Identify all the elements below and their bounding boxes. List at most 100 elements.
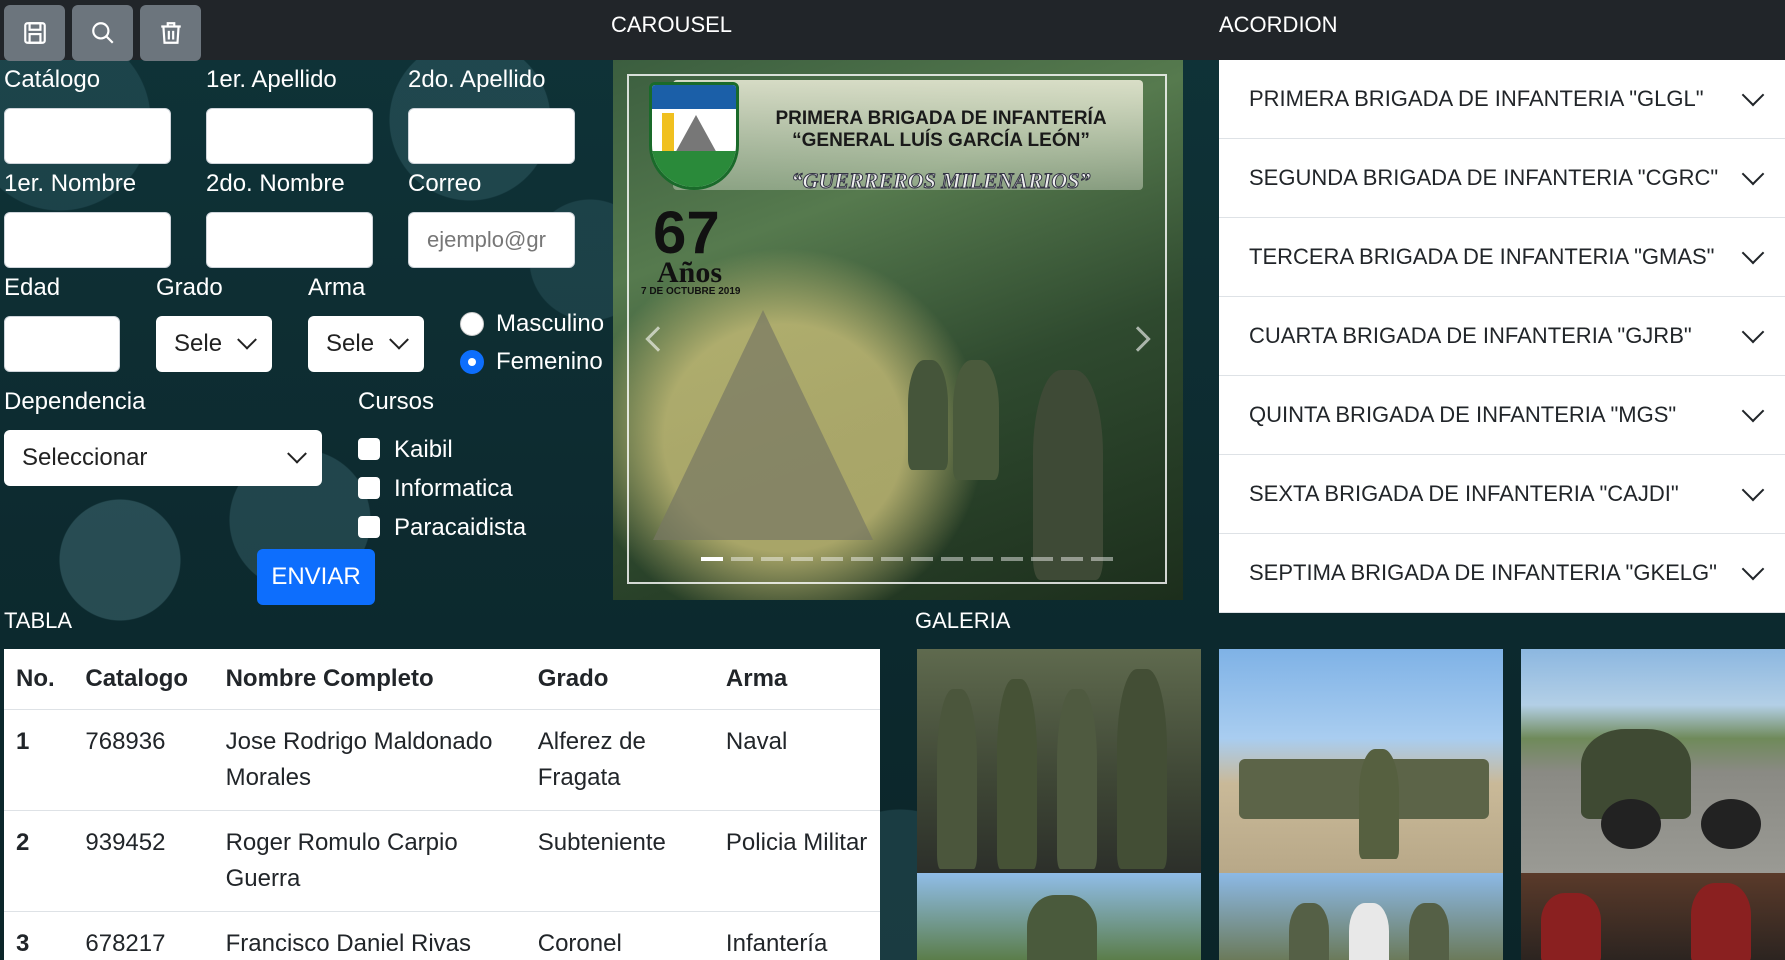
chevron-down-icon — [237, 329, 257, 350]
nombre1-input[interactable] — [4, 212, 171, 268]
table-row: 2 939452 Roger Romulo Carpio Guerra Subteni… — [4, 810, 880, 912]
table-cell: Infantería — [713, 911, 880, 960]
kaibil-label: Kaibil — [394, 436, 453, 463]
gallery-image[interactable] — [917, 649, 1201, 873]
chevron-down-icon — [389, 329, 409, 350]
accordion-item[interactable]: TERCERA BRIGADA DE INFANTERIA "GMAS" — [1219, 218, 1785, 297]
apellido1-label: 1er. Apellido — [206, 66, 337, 93]
table-cell: Alferez de Fragata — [525, 709, 714, 811]
gallery-image[interactable] — [1521, 649, 1785, 873]
accordion-item-label: SEGUNDA BRIGADA DE INFANTERIA "CGRC" — [1249, 165, 1719, 190]
gallery-image[interactable] — [917, 873, 1201, 960]
gallery-image[interactable] — [1219, 649, 1503, 873]
accordion: PRIMERA BRIGADA DE INFANTERIA "GLGL" SEGU… — [1219, 60, 1785, 613]
carousel-slide-image: PRIMERA BRIGADA DE INFANTERÍA “GENERAL L… — [613, 60, 1183, 600]
chevron-down-icon — [1741, 557, 1765, 581]
accordion-item[interactable]: SEPTIMA BRIGADA DE INFANTERIA "GKELG" — [1219, 534, 1785, 613]
table-header-cell: Grado — [525, 649, 714, 710]
search-icon — [91, 22, 114, 44]
save-button[interactable] — [4, 5, 65, 61]
correo-input[interactable] — [408, 212, 575, 268]
masculino-label: Masculino — [496, 310, 605, 337]
poster-frame — [627, 74, 1167, 584]
carousel-indicator[interactable] — [701, 557, 723, 561]
carousel-indicator[interactable] — [881, 557, 903, 561]
top-bar — [0, 0, 1785, 60]
carousel: PRIMERA BRIGADA DE INFANTERÍA “GENERAL L… — [613, 60, 1183, 600]
carousel-indicator[interactable] — [851, 557, 873, 561]
table-cell: 939452 — [73, 810, 214, 912]
dependencia-label: Dependencia — [4, 388, 146, 415]
trash-icon — [160, 22, 181, 44]
chevron-down-icon — [1741, 241, 1765, 265]
nombre2-input[interactable] — [206, 212, 373, 268]
catalogo-input[interactable] — [4, 108, 171, 164]
table-cell: Jose Rodrigo Maldonado Morales — [213, 709, 526, 811]
carousel-indicator[interactable] — [821, 557, 843, 561]
accordion-item[interactable]: SEXTA BRIGADA DE INFANTERIA "CAJDI" — [1219, 455, 1785, 534]
accordion-item[interactable]: SEGUNDA BRIGADA DE INFANTERIA "CGRC" — [1219, 139, 1785, 218]
chevron-down-icon — [1741, 162, 1765, 186]
accordion-section-title: ACORDION — [1219, 12, 1338, 37]
correo-label: Correo — [408, 170, 482, 197]
chevron-down-icon — [287, 443, 307, 464]
dependencia-select-value: Seleccionar — [22, 444, 148, 471]
carousel-indicator[interactable] — [761, 557, 783, 561]
carousel-indicator[interactable] — [1061, 557, 1083, 561]
carousel-indicator[interactable] — [1091, 557, 1113, 561]
accordion-item[interactable]: CUARTA BRIGADA DE INFANTERIA "GJRB" — [1219, 297, 1785, 376]
gallery-image[interactable] — [1219, 873, 1503, 960]
accordion-item-label: SEXTA BRIGADA DE INFANTERIA "CAJDI" — [1249, 481, 1679, 506]
table-header-cell: No. — [4, 649, 74, 710]
kaibil-checkbox[interactable] — [358, 438, 380, 460]
catalogo-label: Catálogo — [4, 66, 101, 93]
apellido2-input[interactable] — [408, 108, 575, 164]
carousel-indicator[interactable] — [941, 557, 963, 561]
arma-label: Arma — [308, 274, 366, 301]
edad-input[interactable] — [4, 316, 120, 372]
table-cell: Coronel — [525, 911, 714, 960]
delete-button[interactable] — [140, 5, 201, 61]
paracaidista-label: Paracaidista — [394, 514, 527, 541]
table-cell: Subteniente — [525, 810, 714, 912]
nombre1-label: 1er. Nombre — [4, 170, 137, 197]
accordion-item-label: CUARTA BRIGADA DE INFANTERIA "GJRB" — [1249, 323, 1692, 348]
accordion-item-label: PRIMERA BRIGADA DE INFANTERIA "GLGL" — [1249, 86, 1704, 111]
table-cell: Roger Romulo Carpio Guerra — [213, 810, 526, 912]
carousel-indicators — [701, 557, 1113, 561]
carousel-indicator[interactable] — [971, 557, 993, 561]
carousel-indicator[interactable] — [731, 557, 753, 561]
carousel-indicator[interactable] — [911, 557, 933, 561]
carousel-indicator[interactable] — [791, 557, 813, 561]
gallery-section-title: GALERIA — [915, 608, 1011, 633]
grado-select[interactable]: Sele — [156, 316, 272, 372]
accordion-item[interactable]: QUINTA BRIGADA DE INFANTERIA "MGS" — [1219, 376, 1785, 455]
masculino-radio[interactable] — [460, 312, 484, 336]
apellido1-input[interactable] — [206, 108, 373, 164]
accordion-item[interactable]: PRIMERA BRIGADA DE INFANTERIA "GLGL" — [1219, 60, 1785, 139]
carousel-indicator[interactable] — [1031, 557, 1053, 561]
table-header-cell: Nombre Completo — [213, 649, 526, 710]
nombre2-label: 2do. Nombre — [206, 170, 345, 197]
save-icon — [23, 22, 46, 44]
dependencia-select[interactable]: Seleccionar — [4, 430, 322, 486]
cursos-label: Cursos — [358, 388, 435, 415]
carousel-indicator[interactable] — [1001, 557, 1023, 561]
informatica-checkbox[interactable] — [358, 477, 380, 499]
accordion-item-label: TERCERA BRIGADA DE INFANTERIA "GMAS" — [1249, 244, 1715, 269]
gallery-image[interactable] — [1521, 873, 1785, 960]
paracaidista-checkbox[interactable] — [358, 516, 380, 538]
table-cell: 1 — [4, 709, 74, 811]
femenino-radio[interactable] — [460, 350, 484, 374]
arma-select[interactable]: Sele — [308, 316, 424, 372]
apellido2-label: 2do. Apellido — [408, 66, 546, 93]
table-cell: 768936 — [73, 709, 214, 811]
search-button[interactable] — [72, 5, 133, 61]
edad-label: Edad — [4, 274, 61, 301]
table-cell: Policia Militar — [713, 810, 880, 912]
table-cell: 678217 — [73, 911, 214, 960]
accordion-item-label: SEPTIMA BRIGADA DE INFANTERIA "GKELG" — [1249, 560, 1717, 585]
enviar-button[interactable]: ENVIAR — [257, 549, 375, 605]
informatica-label: Informatica — [394, 475, 513, 502]
accordion-item-label: QUINTA BRIGADA DE INFANTERIA "MGS" — [1249, 402, 1677, 427]
